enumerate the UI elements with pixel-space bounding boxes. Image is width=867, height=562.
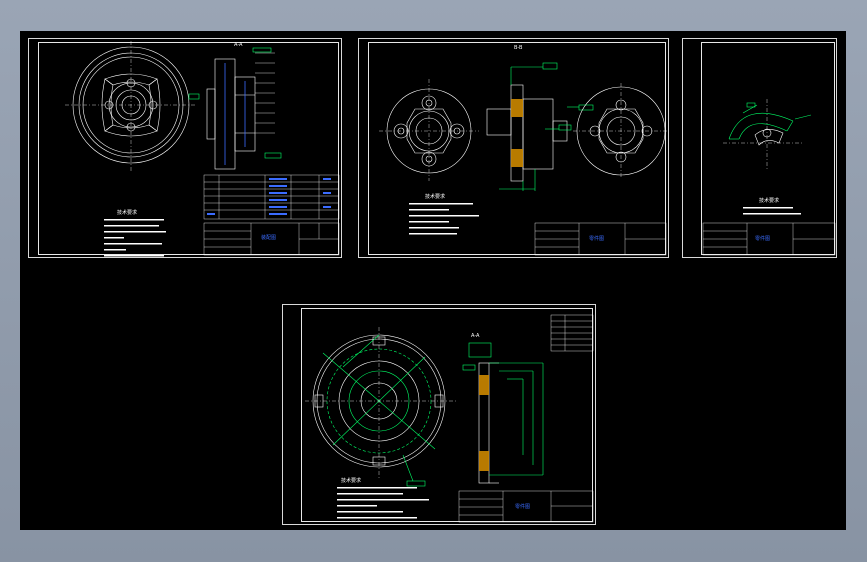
drawing-canvas[interactable]: A-A 技术要求 装配图 B-B 技术要求 零件图 技术要求 零件图 A-A 技… bbox=[20, 31, 846, 530]
small-part-drawing bbox=[702, 99, 836, 256]
section-label: B-B bbox=[514, 45, 523, 51]
tech-requirements-title: 技术要求 bbox=[117, 210, 138, 216]
tech-requirements-title: 技术要求 bbox=[341, 478, 362, 484]
drawing-sheet-small-part[interactable]: 技术要求 零件图 bbox=[682, 38, 837, 258]
flange-drawing bbox=[379, 62, 669, 256]
title-block-name: 装配图 bbox=[261, 235, 277, 241]
drawing-sheet-disc[interactable]: A-A 技术要求 零件图 bbox=[282, 304, 596, 525]
section-label: A-A bbox=[471, 333, 480, 339]
disc-drawing bbox=[305, 314, 594, 523]
drawing-sheet-flange[interactable]: B-B 技术要求 零件图 bbox=[358, 38, 669, 258]
tech-requirements-title: 技术要求 bbox=[425, 194, 446, 200]
title-block-name: 零件图 bbox=[515, 504, 531, 510]
assembly-drawing bbox=[65, 41, 340, 257]
title-block-name: 零件图 bbox=[755, 236, 771, 242]
section-label: A-A bbox=[234, 42, 243, 48]
tech-requirements-title: 技术要求 bbox=[759, 198, 780, 204]
title-block-name: 零件图 bbox=[589, 236, 605, 242]
drawing-sheet-assembly[interactable]: A-A 技术要求 装配图 bbox=[28, 38, 342, 258]
